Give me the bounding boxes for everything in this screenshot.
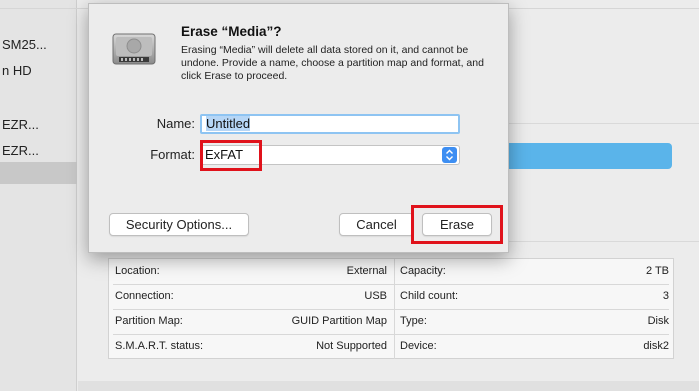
- info-value-partition-map: GUID Partition Map: [291, 315, 387, 327]
- chevron-updown-icon: [442, 147, 457, 163]
- sidebar: SM25... n HD EZR... EZR...: [0, 0, 77, 391]
- security-options-button[interactable]: Security Options...: [109, 213, 249, 236]
- info-key-type: Type:: [400, 315, 427, 327]
- info-key-capacity: Capacity:: [400, 265, 446, 277]
- sidebar-item-disk-hd[interactable]: n HD: [0, 60, 77, 82]
- divider: [478, 123, 699, 124]
- format-highlight-box: [200, 140, 262, 171]
- sidebar-item-ezr-1[interactable]: EZR...: [0, 114, 77, 136]
- info-key-connection: Connection:: [115, 290, 174, 302]
- disk-info-table: Location: External Connection: USB Parti…: [108, 258, 674, 359]
- hard-disk-icon: [112, 33, 156, 65]
- name-label: Name:: [156, 116, 195, 131]
- usage-bar: [495, 143, 672, 169]
- info-key-child-count: Child count:: [400, 290, 459, 302]
- cancel-button[interactable]: Cancel: [339, 213, 414, 236]
- info-value-child-count: 3: [662, 290, 669, 302]
- dialog-title: Erase “Media”?: [181, 24, 282, 39]
- divider: [478, 241, 699, 242]
- info-key-smart-status: S.M.A.R.T. status:: [115, 340, 204, 352]
- info-value-connection: USB: [364, 290, 387, 302]
- dialog-message: Erasing “Media” will delete all data sto…: [181, 44, 484, 82]
- name-field-value: Untitled: [206, 116, 251, 131]
- info-value-device: disk2: [643, 340, 669, 352]
- sidebar-item-disk-1[interactable]: SM25...: [0, 34, 77, 56]
- erase-highlight-box: [411, 205, 503, 244]
- sidebar-selection: [0, 162, 77, 184]
- info-value-location: External: [346, 265, 387, 277]
- info-key-device: Device:: [400, 340, 437, 352]
- info-value-type: Disk: [647, 315, 669, 327]
- info-key-partition-map: Partition Map:: [115, 315, 183, 327]
- format-label: Format:: [150, 147, 195, 162]
- row-divider: [113, 309, 669, 310]
- bottom-bar: [78, 381, 699, 391]
- name-field[interactable]: Untitled: [200, 114, 460, 134]
- erase-dialog: Erase “Media”? Erasing “Media” will dele…: [88, 3, 509, 253]
- info-value-smart-status: Not Supported: [316, 340, 387, 352]
- info-key-location: Location:: [115, 265, 160, 277]
- info-value-capacity: 2 TB: [645, 265, 669, 277]
- row-divider: [113, 284, 669, 285]
- sidebar-item-ezr-2[interactable]: EZR...: [0, 140, 77, 162]
